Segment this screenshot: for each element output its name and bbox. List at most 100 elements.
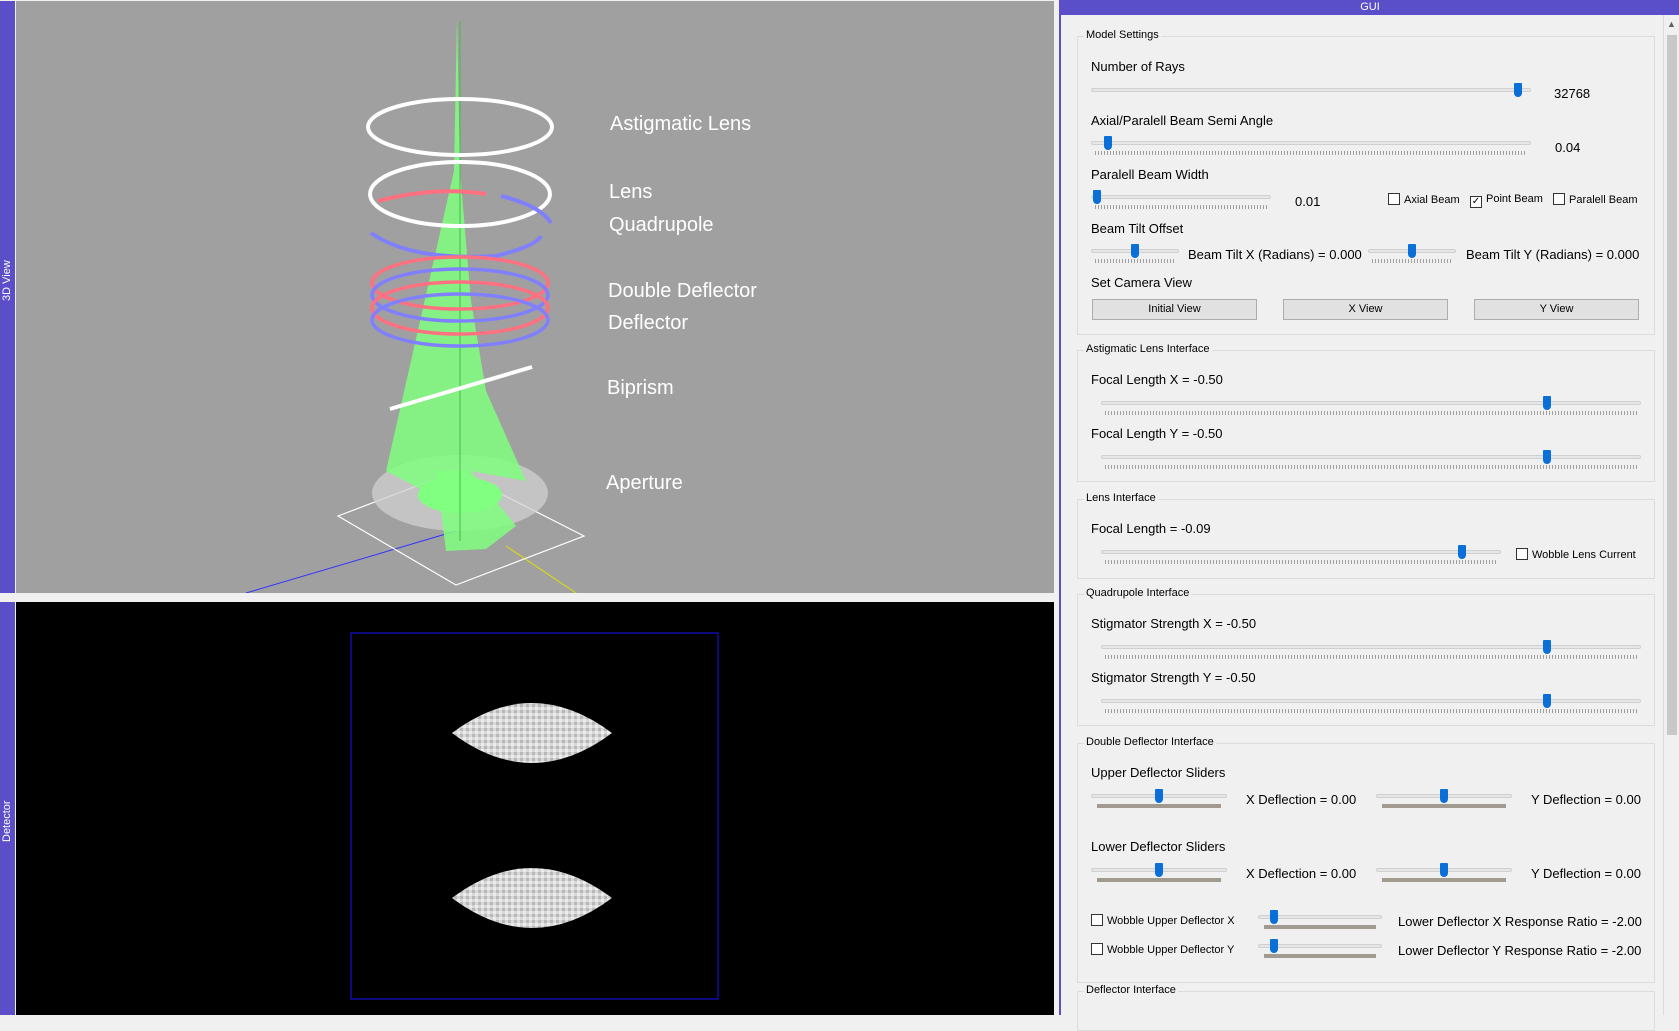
quad-sx-slider[interactable] — [1101, 639, 1641, 659]
upper-x-value: X Deflection = 0.00 — [1246, 792, 1357, 807]
double-deflector-group: Double Deflector Interface Upper Deflect… — [1077, 736, 1655, 983]
astig-title: Astigmatic Lens Interface — [1084, 343, 1212, 355]
model-settings-group: Model Settings Number of Rays 32768 Axia… — [1077, 29, 1655, 335]
slider-handle[interactable] — [1457, 545, 1466, 559]
beam-width-value: 0.01 — [1295, 194, 1321, 209]
slider-handle[interactable] — [1408, 244, 1416, 258]
rays-slider[interactable] — [1091, 82, 1531, 102]
slider-handle[interactable] — [1542, 694, 1551, 708]
semi-angle-slider[interactable] — [1091, 135, 1531, 155]
wobble-y-label: Wobble Upper Deflector Y — [1107, 944, 1235, 956]
slider-handle[interactable] — [1092, 190, 1101, 204]
camera-label: Set Camera View — [1091, 275, 1192, 290]
scroll-up-icon[interactable]: ▲ — [1667, 19, 1676, 29]
beam-width-slider[interactable] — [1091, 189, 1271, 209]
upper-y-slider[interactable] — [1376, 788, 1512, 808]
wobble-x-checkbox[interactable]: Wobble Upper Deflector X — [1091, 914, 1235, 927]
slider-handle[interactable] — [1440, 789, 1448, 803]
model-settings-title: Model Settings — [1084, 29, 1161, 41]
lower-y-value: Y Deflection = 0.00 — [1531, 866, 1641, 881]
slider-handle[interactable] — [1103, 136, 1112, 150]
scroll-thumb[interactable] — [1667, 35, 1677, 735]
gui-title[interactable]: GUI — [1061, 0, 1679, 15]
ddef-title: Double Deflector Interface — [1084, 736, 1216, 748]
point-beam-label: Point Beam — [1486, 193, 1543, 205]
lens-f-label: Focal Length = -0.09 — [1091, 521, 1211, 536]
slider-handle[interactable] — [1542, 450, 1551, 464]
parallel-beam-checkbox[interactable]: Paralell Beam — [1553, 193, 1637, 206]
semi-angle-label: Axial/Paralell Beam Semi Angle — [1091, 113, 1274, 128]
slider-handle[interactable] — [1542, 640, 1551, 654]
wobble-lens-checkbox[interactable]: Wobble Lens Current — [1516, 548, 1636, 561]
lower-x-value: X Deflection = 0.00 — [1246, 866, 1357, 881]
axial-beam-checkbox[interactable]: Axial Beam — [1388, 193, 1460, 206]
checkbox-icon — [1516, 548, 1528, 560]
tilt-label: Beam Tilt Offset — [1091, 221, 1184, 236]
slider-handle[interactable] — [1155, 863, 1163, 877]
lower-x-slider[interactable] — [1091, 862, 1227, 882]
lens-group: Lens Interface Focal Length = -0.09 Wobb… — [1077, 492, 1655, 579]
detector-canvas[interactable] — [16, 602, 1054, 1015]
wobble-y-checkbox[interactable]: Wobble Upper Deflector Y — [1091, 943, 1234, 956]
y-view-button[interactable]: Y View — [1474, 299, 1639, 320]
tilt-x-value: Beam Tilt X (Radians) = 0.000 — [1188, 247, 1362, 262]
ratio-x-value: Lower Deflector X Response Ratio = -2.00 — [1398, 914, 1642, 929]
label-biprism: Biprism — [607, 377, 674, 399]
label-double-deflector: Double Deflector — [608, 280, 757, 302]
parallel-beam-label: Paralell Beam — [1569, 194, 1638, 206]
tilt-y-value: Beam Tilt Y (Radians) = 0.000 — [1466, 247, 1640, 262]
quad-group: Quadrupole Interface Stigmator Strength … — [1077, 587, 1655, 726]
tilt-x-slider[interactable] — [1091, 243, 1179, 263]
ratio-y-value: Lower Deflector Y Response Ratio = -2.00 — [1398, 943, 1642, 958]
slider-handle[interactable] — [1131, 244, 1139, 258]
upper-y-value: Y Deflection = 0.00 — [1531, 792, 1641, 807]
quad-title: Quadrupole Interface — [1084, 587, 1192, 599]
astig-fy-label: Focal Length Y = -0.50 — [1091, 426, 1223, 441]
lens-f-slider[interactable] — [1101, 544, 1501, 564]
point-beam-checkbox[interactable]: ✓ Point Beam — [1470, 193, 1543, 208]
label-aperture: Aperture — [606, 472, 683, 494]
label-quadrupole: Quadrupole — [609, 214, 714, 236]
slider-handle[interactable] — [1269, 939, 1278, 953]
astig-fy-slider[interactable] — [1101, 449, 1641, 469]
check-icon: ✓ — [1470, 196, 1482, 208]
lower-deflector-label: Lower Deflector Sliders — [1091, 839, 1226, 854]
astig-fx-label: Focal Length X = -0.50 — [1091, 372, 1223, 387]
scene-svg — [245, 19, 586, 593]
lens-title: Lens Interface — [1084, 492, 1158, 504]
quad-sx-label: Stigmator Strength X = -0.50 — [1091, 616, 1257, 631]
z-axis-line — [245, 530, 457, 593]
label-deflector: Deflector — [608, 312, 689, 334]
detector-dock-title[interactable]: Detector — [0, 602, 15, 1015]
dock-splitter[interactable] — [0, 593, 1058, 602]
wobble-lens-label: Wobble Lens Current — [1532, 549, 1636, 561]
lower-y-slider[interactable] — [1376, 862, 1512, 882]
upper-x-slider[interactable] — [1091, 788, 1227, 808]
beam-spot-lower — [452, 868, 612, 928]
quad-arc-blue — [500, 194, 553, 225]
detector-frame — [350, 632, 719, 1000]
initial-view-button[interactable]: Initial View — [1092, 299, 1257, 320]
slider-handle[interactable] — [1269, 910, 1278, 924]
checkbox-icon — [1553, 193, 1565, 205]
ratio-x-slider[interactable] — [1258, 909, 1382, 929]
view3d-dock-title[interactable]: 3D View — [0, 1, 15, 593]
beam-width-label: Paralell Beam Width — [1091, 167, 1209, 182]
x-view-button[interactable]: X View — [1283, 299, 1448, 320]
quad-sy-slider[interactable] — [1101, 693, 1641, 713]
quad-arc-red — [377, 189, 487, 203]
slider-handle[interactable] — [1440, 863, 1448, 877]
gui-scrollbar[interactable]: ▲ — [1663, 15, 1679, 1015]
quad-sy-label: Stigmator Strength Y = -0.50 — [1091, 670, 1256, 685]
ratio-y-slider[interactable] — [1258, 938, 1382, 958]
view3d-canvas[interactable]: Astigmatic Lens Lens Quadrupole Double D… — [16, 1, 1054, 593]
astig-fx-slider[interactable] — [1101, 395, 1641, 415]
tilt-y-slider[interactable] — [1368, 243, 1456, 263]
astig-group: Astigmatic Lens Interface Focal Length X… — [1077, 343, 1655, 482]
slider-handle[interactable] — [1514, 83, 1523, 97]
label-astigmatic-lens: Astigmatic Lens — [610, 113, 752, 135]
slider-handle[interactable] — [1542, 396, 1551, 410]
beam-spot-upper — [452, 703, 612, 763]
rays-value: 32768 — [1554, 86, 1591, 101]
slider-handle[interactable] — [1155, 789, 1163, 803]
